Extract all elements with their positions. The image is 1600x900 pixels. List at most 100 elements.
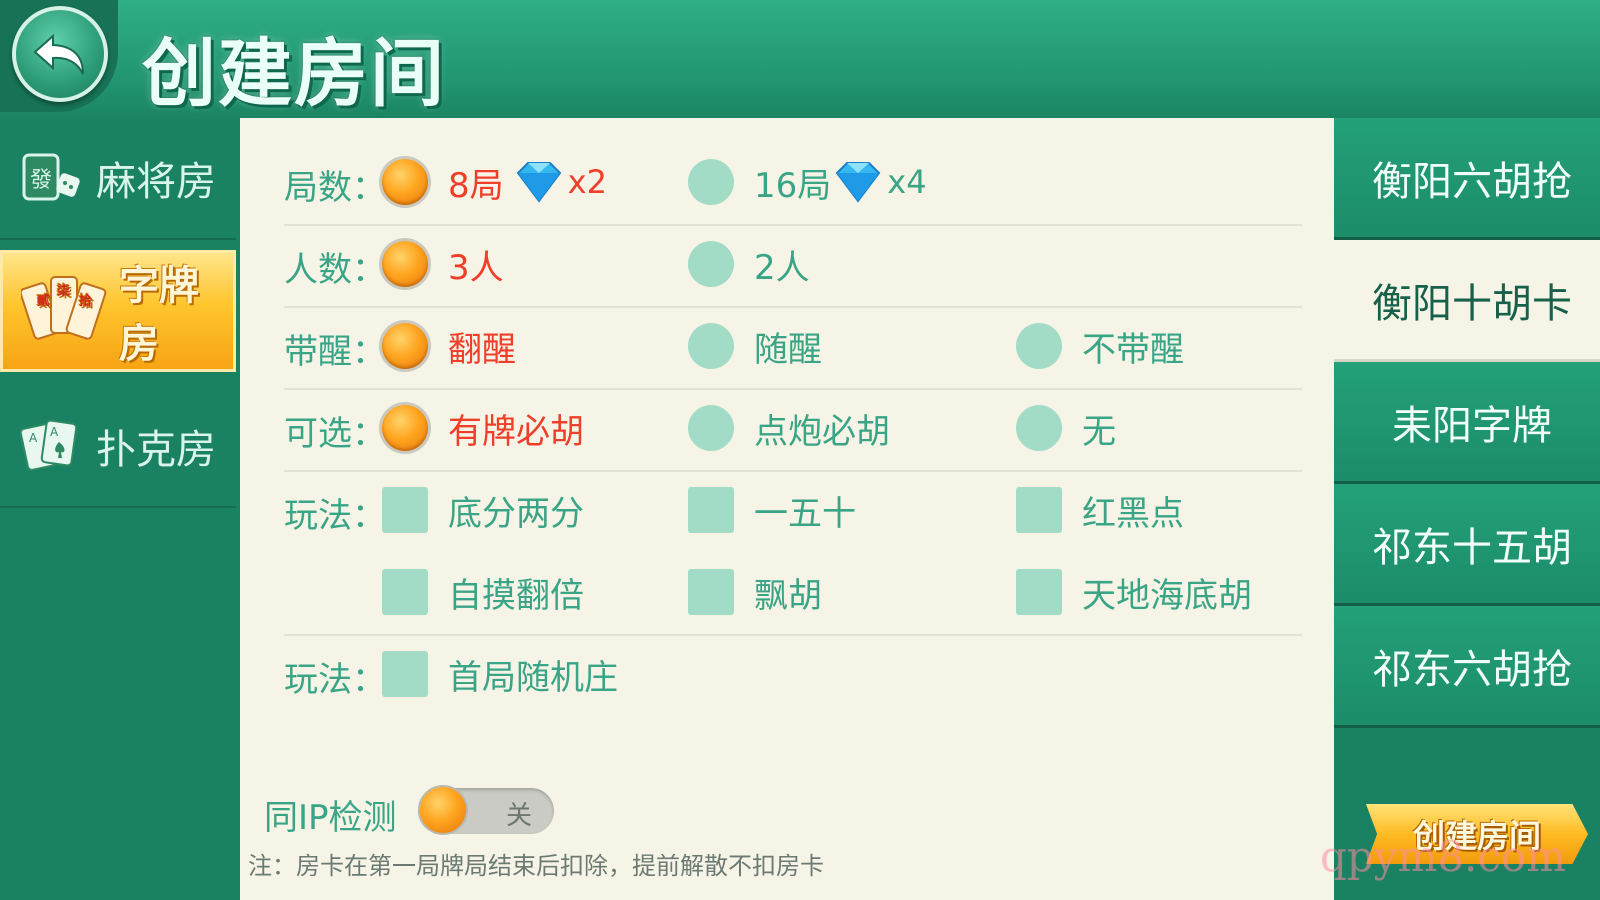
players-option-3[interactable]: 3人	[382, 238, 504, 290]
play-check-4[interactable]: 自摸翻倍	[382, 566, 584, 618]
play-check-3[interactable]: 红黑点	[1016, 484, 1184, 536]
diamond-cost: x4	[887, 163, 927, 201]
play2-row: 玩法： 首局随机庄	[284, 634, 1302, 716]
play-row-2: 自摸翻倍 飘胡 天地海底胡	[284, 552, 1302, 636]
poker-cards-icon: A A	[18, 413, 84, 479]
ip-check-label: 同IP检测	[264, 798, 397, 838]
xing-option-fan[interactable]: 翻醒	[382, 320, 516, 372]
play2-label: 玩法：	[284, 660, 386, 700]
radio-selected[interactable]	[382, 241, 428, 287]
play2-check-1[interactable]: 首局随机庄	[382, 648, 618, 700]
radio-selected[interactable]	[382, 323, 428, 369]
check-label: 飘胡	[754, 575, 822, 616]
play-row-1: 玩法： 底分两分 一五十 红黑点	[284, 470, 1302, 552]
check-label: 一五十	[754, 493, 856, 534]
checkbox[interactable]	[382, 487, 428, 533]
optional-option-2[interactable]: 点炮必胡	[688, 402, 890, 454]
option-label: 2人	[754, 247, 810, 288]
option-label: 点炮必胡	[754, 411, 890, 452]
sidebar-item-label: 麻将房	[96, 159, 216, 205]
watermark-text: qpym8.com	[1320, 832, 1567, 881]
players-label: 人数：	[284, 250, 386, 290]
sidebar-item-zipai[interactable]: 貳 柒 拾 字牌房	[0, 250, 236, 372]
game-variant-list: 衡阳六胡抢 衡阳十胡卡 耒阳字牌 祁东十五胡 祁东六胡抢	[1334, 118, 1600, 900]
option-label: 翻醒	[448, 329, 516, 370]
sidebar-item-label: 扑克房	[96, 427, 216, 473]
rounds-option-16[interactable]: 16局 x4	[688, 156, 927, 208]
radio-unselected[interactable]	[1016, 323, 1062, 369]
radio-unselected[interactable]	[688, 405, 734, 451]
sidebar-item-label: 字牌房	[119, 263, 199, 367]
check-label: 首局随机庄	[448, 657, 618, 698]
play-check-6[interactable]: 天地海底胡	[1016, 566, 1252, 618]
toggle-knob[interactable]	[420, 787, 466, 833]
room-type-sidebar: 發 麻将房 貳 柒 拾 字牌房 A A 扑克房	[0, 118, 240, 900]
room-card-note: 注：房卡在第一局牌局结束后扣除，提前解散不扣房卡	[248, 852, 824, 880]
svg-text:A: A	[29, 431, 38, 445]
play-check-5[interactable]: 飘胡	[688, 566, 822, 618]
players-row: 人数： 3人 2人	[284, 224, 1302, 308]
zipai-cards-icon: 貳 柒 拾	[21, 266, 107, 356]
radio-unselected[interactable]	[688, 323, 734, 369]
play-check-2[interactable]: 一五十	[688, 484, 856, 536]
check-label: 红黑点	[1082, 493, 1184, 534]
rounds-row: 局数： 8局 x2 16局 x4	[284, 142, 1302, 226]
optional-label: 可选：	[284, 414, 386, 454]
option-label: 无	[1082, 411, 1116, 452]
diamond-cost: x2	[567, 163, 607, 201]
room-settings-panel: 局数： 8局 x2 16局 x4 人数： 3人 2人 带醒： 翻醒 随醒 不带醒…	[240, 118, 1334, 900]
diamond-icon	[512, 159, 566, 205]
back-button[interactable]	[12, 6, 108, 102]
variant-tab-hengyang-shihuka[interactable]: 衡阳十胡卡	[1334, 240, 1600, 362]
page-title: 创建房间	[142, 31, 446, 117]
radio-selected[interactable]	[382, 159, 428, 205]
diamond-icon	[831, 159, 885, 205]
variant-tab-qidong-shiwuhu[interactable]: 祁东十五胡	[1334, 484, 1600, 606]
option-label: 不带醒	[1082, 329, 1184, 370]
radio-unselected[interactable]	[688, 159, 734, 205]
optional-row: 可选： 有牌必胡 点炮必胡 无	[284, 388, 1302, 472]
checkbox[interactable]	[688, 487, 734, 533]
xing-label: 带醒：	[284, 332, 386, 372]
radio-unselected[interactable]	[688, 241, 734, 287]
checkbox[interactable]	[382, 651, 428, 697]
option-label: 8局	[448, 165, 504, 206]
svg-text:拾: 拾	[79, 293, 92, 309]
rounds-label: 局数：	[284, 168, 386, 208]
back-arrow-icon	[33, 33, 84, 75]
rounds-option-8[interactable]: 8局 x2	[382, 156, 607, 208]
optional-option-3[interactable]: 无	[1016, 402, 1116, 454]
option-label: 随醒	[754, 329, 822, 370]
check-label: 自摸翻倍	[448, 575, 584, 616]
radio-selected[interactable]	[382, 405, 428, 451]
check-label: 底分两分	[448, 493, 584, 534]
play-check-1[interactable]: 底分两分	[382, 484, 584, 536]
svg-text:發: 發	[30, 168, 52, 193]
svg-text:柒: 柒	[56, 283, 71, 299]
checkbox[interactable]	[1016, 487, 1062, 533]
optional-option-1[interactable]: 有牌必胡	[382, 402, 584, 454]
option-label: 有牌必胡	[448, 411, 584, 452]
xing-option-none[interactable]: 不带醒	[1016, 320, 1184, 372]
mahjong-tile-icon: 發	[18, 145, 84, 211]
radio-unselected[interactable]	[1016, 405, 1062, 451]
svg-text:貳: 貳	[37, 293, 50, 309]
checkbox[interactable]	[1016, 569, 1062, 615]
players-option-2[interactable]: 2人	[688, 238, 810, 290]
toggle-state: 关	[505, 801, 532, 831]
xing-option-sui[interactable]: 随醒	[688, 320, 822, 372]
sidebar-item-mahjong[interactable]: 發 麻将房	[0, 118, 236, 240]
back-button-frame	[0, 0, 118, 112]
ip-check-toggle[interactable]: 关	[418, 787, 554, 834]
xing-row: 带醒： 翻醒 随醒 不带醒	[284, 306, 1302, 390]
variant-tab-hengyang-liuhuqiang[interactable]: 衡阳六胡抢	[1334, 118, 1600, 240]
option-label: 3人	[448, 247, 504, 288]
svg-text:A: A	[50, 425, 59, 439]
checkbox[interactable]	[382, 569, 428, 615]
checkbox[interactable]	[688, 569, 734, 615]
sidebar-item-poker[interactable]: A A 扑克房	[0, 386, 236, 508]
play-label: 玩法：	[284, 496, 386, 536]
variant-tab-qidong-liuhuqiang[interactable]: 祁东六胡抢	[1334, 606, 1600, 728]
option-label: 16局	[754, 165, 832, 206]
variant-tab-leiyang-zipai[interactable]: 耒阳字牌	[1334, 362, 1600, 484]
